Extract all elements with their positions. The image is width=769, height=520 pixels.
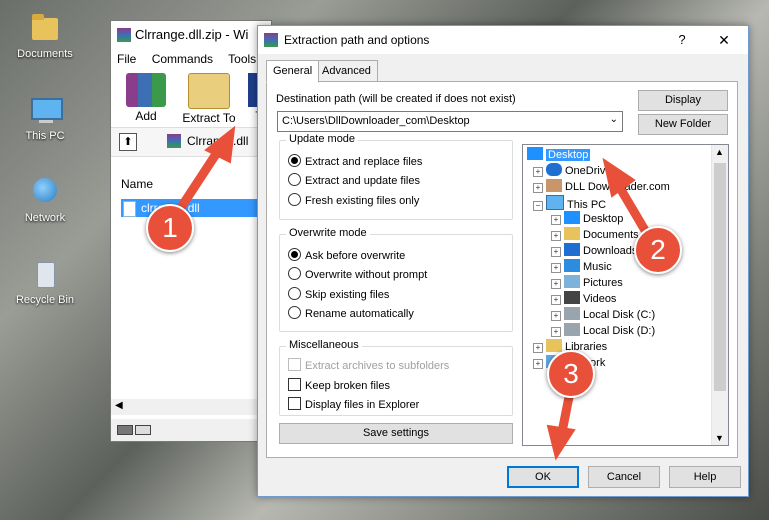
arrow-1-shaft bbox=[173, 143, 225, 217]
annotation-step-2: 2 bbox=[634, 226, 682, 274]
annotation-step-1: 1 bbox=[146, 204, 194, 252]
arrow-2-shaft bbox=[615, 183, 651, 237]
arrow-2-head bbox=[602, 157, 636, 198]
arrow-3-head bbox=[546, 424, 576, 461]
annotation-step-3: 3 bbox=[547, 350, 595, 398]
tab-general[interactable]: General bbox=[266, 60, 320, 83]
